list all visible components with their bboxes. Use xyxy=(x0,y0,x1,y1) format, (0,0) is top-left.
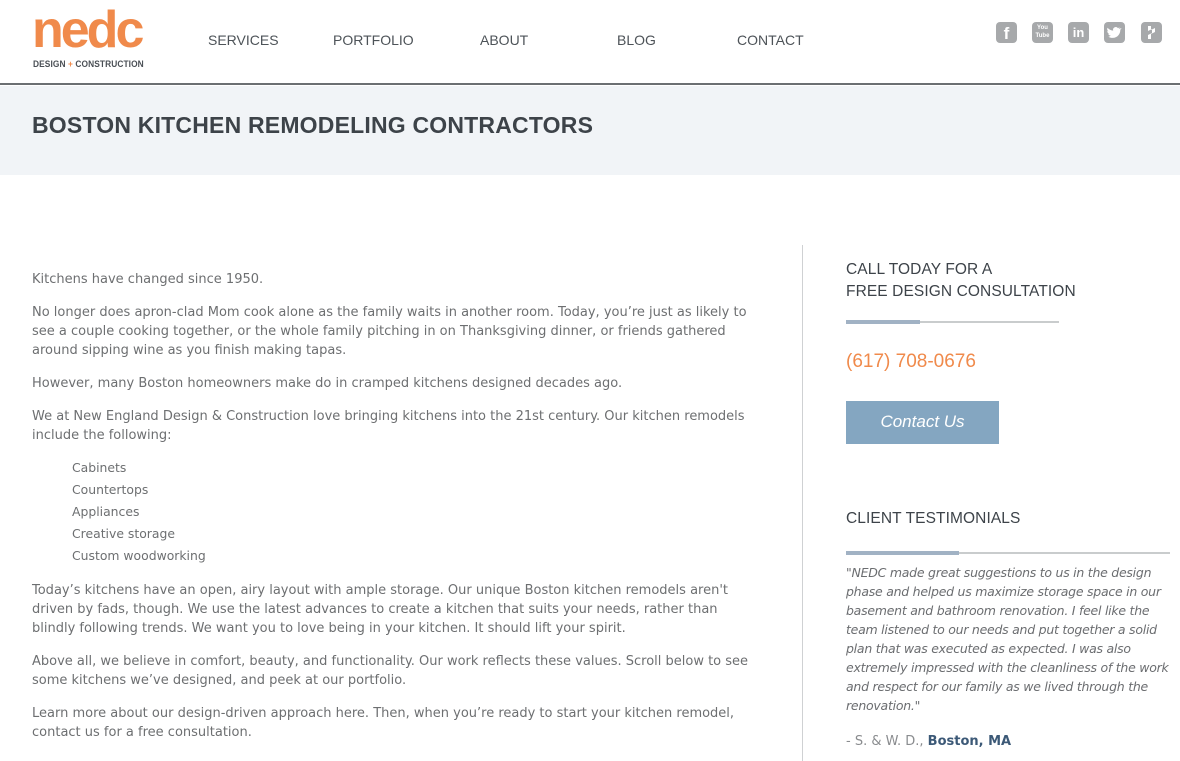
column-divider xyxy=(802,245,803,761)
houzz-icon[interactable] xyxy=(1141,22,1162,43)
cta-divider xyxy=(846,320,1170,324)
linkedin-icon[interactable]: in xyxy=(1068,22,1089,43)
list-item: Cabinets xyxy=(72,460,127,475)
nav-portfolio[interactable]: PORTFOLIO xyxy=(333,32,414,48)
testimonials-heading: CLIENT TESTIMONIALS xyxy=(846,510,1021,527)
testimonial-location[interactable]: Boston, MA xyxy=(928,734,1011,749)
cta-heading: CALL TODAY FOR A FREE DESIGN CONSULTATIO… xyxy=(846,259,1170,303)
main-content: Kitchens have changed since 1950. No lon… xyxy=(32,270,752,756)
remodel-features-list: Cabinets Countertops Appliances Creative… xyxy=(72,457,752,567)
testimonials-divider xyxy=(846,551,1170,555)
testimonial-author: - S. & W. D., xyxy=(846,734,928,749)
body-paragraph: Today’s kitchens have an open, airy layo… xyxy=(32,583,729,636)
logo-tagline-plus: + xyxy=(68,59,73,70)
body-paragraph: No longer does apron-clad Mom cook alone… xyxy=(32,305,747,358)
divider-accent xyxy=(846,320,920,324)
testimonial-quote: "NEDC made great suggestions to us in th… xyxy=(846,565,1169,713)
list-item: Countertops xyxy=(72,482,149,497)
cta-heading-line2: FREE DESIGN CONSULTATION xyxy=(846,283,1076,300)
list-item: Creative storage xyxy=(72,526,175,541)
logo-tagline-construction: CONSTRUCTION xyxy=(75,59,144,70)
nav-blog[interactable]: BLOG xyxy=(617,32,656,48)
phone-number[interactable]: (617) 708-0676 xyxy=(846,351,1170,373)
logo-wordmark: nedc xyxy=(32,1,144,59)
list-item: Appliances xyxy=(72,504,140,519)
body-paragraph: Above all, we believe in comfort, beauty… xyxy=(32,654,749,688)
nav-about[interactable]: ABOUT xyxy=(480,32,528,48)
logo-tagline-design: DESIGN xyxy=(33,59,66,70)
youtube-icon[interactable]: You Tube xyxy=(1032,22,1053,43)
intro-paragraph: Kitchens have changed since 1950. xyxy=(32,272,264,287)
logo-tagline: DESIGN + CONSTRUCTION xyxy=(33,59,144,70)
body-paragraph: However, many Boston homeowners make do … xyxy=(32,376,623,391)
nav-contact[interactable]: CONTACT xyxy=(737,32,804,48)
site-header: nedc DESIGN + CONSTRUCTION SERVICES PORT… xyxy=(0,0,1180,85)
list-item: Custom woodworking xyxy=(72,548,206,563)
nedc-logo[interactable]: nedc DESIGN + CONSTRUCTION xyxy=(32,2,144,72)
testimonial-attribution: - S. & W. D., Boston, MA xyxy=(846,734,1170,749)
twitter-icon[interactable] xyxy=(1104,22,1125,43)
divider-accent xyxy=(846,551,959,555)
contact-us-button[interactable]: Contact Us xyxy=(846,401,999,444)
nav-services[interactable]: SERVICES xyxy=(208,32,279,48)
body-paragraph: We at New England Design & Construction … xyxy=(32,409,745,443)
cta-heading-line1: CALL TODAY FOR A xyxy=(846,261,993,278)
facebook-icon[interactable]: f xyxy=(996,22,1017,43)
page-title: BOSTON KITCHEN REMODELING CONTRACTORS xyxy=(32,112,594,138)
body-paragraph: Learn more about our design-driven appro… xyxy=(32,706,735,740)
page-banner: BOSTON KITCHEN REMODELING CONTRACTORS xyxy=(0,86,1180,175)
